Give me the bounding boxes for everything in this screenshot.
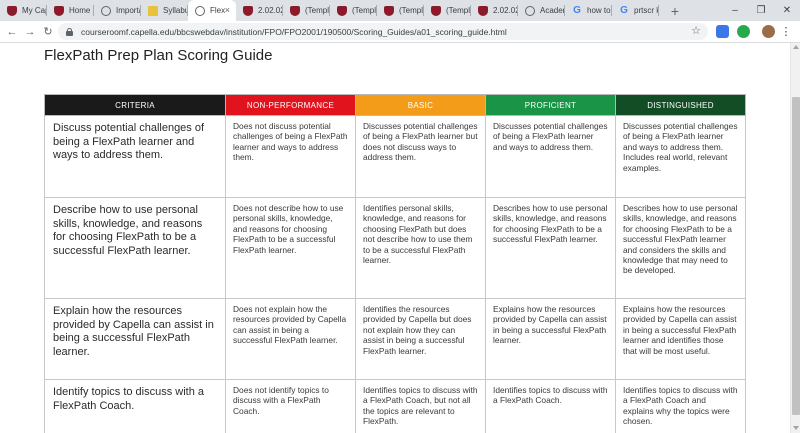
criteria-cell: Discuss potential challenges of being a … xyxy=(44,115,226,198)
distinguished-cell: Explains how the resources provided by C… xyxy=(615,298,746,380)
browser-tab[interactable]: Importa xyxy=(94,0,141,21)
shield-favicon-icon xyxy=(290,5,300,16)
browser-toolbar: ← → ↻ courseroomf.capella.edu/bbcswebdav… xyxy=(0,21,800,43)
document-favicon-icon xyxy=(148,5,158,16)
tab-label: Flex xyxy=(210,6,226,15)
proficient-cell: Discusses potential challenges of being … xyxy=(485,115,616,198)
minimize-button[interactable]: – xyxy=(722,0,748,21)
browser-tab[interactable]: Gprtscr k xyxy=(612,0,659,21)
browser-tab[interactable]: Acaden xyxy=(518,0,565,21)
profile-avatar[interactable] xyxy=(762,25,775,38)
distinguished-cell: Describes how to use personal skills, kn… xyxy=(615,197,746,299)
proficient-cell: Describes how to use personal skills, kn… xyxy=(485,197,616,299)
tab-label: Importa xyxy=(116,6,141,15)
browser-tab[interactable]: Syllabu xyxy=(141,0,188,21)
new-tab-button[interactable]: + xyxy=(663,0,687,21)
tab-label: (Templa xyxy=(399,6,424,15)
proficient-cell: Explains how the resources provided by C… xyxy=(485,298,616,380)
address-bar[interactable]: courseroomf.capella.edu/bbcswebdav/insti… xyxy=(58,23,708,40)
basic-cell: Identifies personal skills, knowledge, a… xyxy=(355,197,486,299)
non-performance-cell: Does not identify topics to discuss with… xyxy=(225,379,356,433)
basic-cell: Discusses potential challenges of being … xyxy=(355,115,486,198)
scroll-down-arrow-icon[interactable] xyxy=(793,426,799,430)
browser-tab[interactable]: Home | xyxy=(47,0,94,21)
table-row: Discuss potential challenges of being a … xyxy=(44,115,746,198)
shield-favicon-icon xyxy=(431,5,441,16)
shield-favicon-icon xyxy=(54,5,64,16)
scroll-up-arrow-icon[interactable] xyxy=(793,45,799,49)
header-basic: BASIC xyxy=(355,94,486,116)
criteria-cell: Explain how the resources provided by Ca… xyxy=(44,298,226,380)
basic-cell: Identifies topics to discuss with a Flex… xyxy=(355,379,486,433)
tab-label: prtscr k xyxy=(634,6,659,15)
maximize-button[interactable]: ❐ xyxy=(748,0,774,21)
non-performance-cell: Does not describe how to use personal sk… xyxy=(225,197,356,299)
google-favicon-icon: G xyxy=(620,4,628,16)
tab-active[interactable]: Flex × xyxy=(188,0,236,21)
globe-favicon-icon xyxy=(195,5,205,16)
tab-label: Acaden xyxy=(540,6,565,15)
browser-tab[interactable]: Ghow to xyxy=(565,0,612,21)
close-window-button[interactable]: ✕ xyxy=(774,0,800,21)
shield-favicon-icon xyxy=(7,5,17,16)
tab-list: My Cap Home | Importa Syllabu Flex × 2.02.02 (T… xyxy=(0,0,659,21)
menu-kebab-icon[interactable]: ⋮ xyxy=(778,21,794,42)
tab-label: 2.02.02 xyxy=(493,6,518,15)
scoring-guide-table: CRITERIA NON-PERFORMANCE BASIC PROFICIEN… xyxy=(44,94,746,433)
extension-icon[interactable] xyxy=(716,25,729,38)
vertical-scrollbar[interactable] xyxy=(790,43,800,433)
browser-tab-strip: My Cap Home | Importa Syllabu Flex × 2.02.02 (T… xyxy=(0,0,800,21)
tab-label: 2.02.02 xyxy=(258,6,283,15)
browser-tab[interactable]: (Templa xyxy=(283,0,330,21)
lock-icon xyxy=(66,27,73,36)
browser-tab[interactable]: 2.02.02 xyxy=(236,0,283,21)
forward-arrow-icon[interactable]: → xyxy=(21,26,39,38)
non-performance-cell: Does not explain how the resources provi… xyxy=(225,298,356,380)
non-performance-cell: Does not discuss potential challenges of… xyxy=(225,115,356,198)
google-favicon-icon: G xyxy=(573,4,581,16)
close-tab-icon[interactable]: × xyxy=(225,5,230,15)
table-row: Explain how the resources provided by Ca… xyxy=(44,298,746,380)
browser-tab[interactable]: My Cap xyxy=(0,0,47,21)
basic-cell: Identifies the resources provided by Cap… xyxy=(355,298,486,380)
globe-favicon-icon xyxy=(525,5,535,16)
tab-label: (Templa xyxy=(446,6,471,15)
proficient-cell: Identifies topics to discuss with a Flex… xyxy=(485,379,616,433)
grammarly-extension-icon[interactable] xyxy=(737,25,750,38)
globe-favicon-icon xyxy=(101,5,111,16)
page-title: FlexPath Prep Plan Scoring Guide xyxy=(44,47,273,64)
shield-favicon-icon xyxy=(243,5,253,16)
table-header-row: CRITERIA NON-PERFORMANCE BASIC PROFICIEN… xyxy=(44,94,746,116)
header-distinguished: DISTINGUISHED xyxy=(615,94,746,116)
browser-tab[interactable]: (Templa xyxy=(330,0,377,21)
distinguished-cell: Identifies topics to discuss with a Flex… xyxy=(615,379,746,433)
back-arrow-icon[interactable]: ← xyxy=(3,26,21,38)
tab-label: (Templa xyxy=(352,6,377,15)
browser-tab[interactable]: (Templa xyxy=(377,0,424,21)
tab-label: Syllabu xyxy=(163,6,188,15)
tab-label: Home | xyxy=(69,6,94,15)
reload-icon[interactable]: ↻ xyxy=(39,25,57,38)
url-text: courseroomf.capella.edu/bbcswebdav/insti… xyxy=(81,26,507,37)
tab-label: (Templa xyxy=(305,6,330,15)
criteria-cell: Describe how to use personal skills, kno… xyxy=(44,197,226,299)
shield-favicon-icon xyxy=(337,5,347,16)
bookmark-star-icon[interactable]: ☆ xyxy=(691,24,701,37)
header-proficient: PROFICIENT xyxy=(485,94,616,116)
browser-tab[interactable]: 2.02.02 xyxy=(471,0,518,21)
header-criteria: CRITERIA xyxy=(44,94,226,116)
distinguished-cell: Discusses potential challenges of being … xyxy=(615,115,746,198)
tab-label: My Cap xyxy=(22,6,47,15)
page-content: FlexPath Prep Plan Scoring Guide CRITERI… xyxy=(0,43,790,433)
table-row: Describe how to use personal skills, kno… xyxy=(44,197,746,299)
tab-label: how to xyxy=(587,6,611,15)
table-row: Identify topics to discuss with a FlexPa… xyxy=(44,379,746,433)
header-non-performance: NON-PERFORMANCE xyxy=(225,94,356,116)
scrollbar-thumb[interactable] xyxy=(792,97,800,415)
shield-favicon-icon xyxy=(478,5,488,16)
criteria-cell: Identify topics to discuss with a FlexPa… xyxy=(44,379,226,433)
shield-favicon-icon xyxy=(384,5,394,16)
browser-tab[interactable]: (Templa xyxy=(424,0,471,21)
